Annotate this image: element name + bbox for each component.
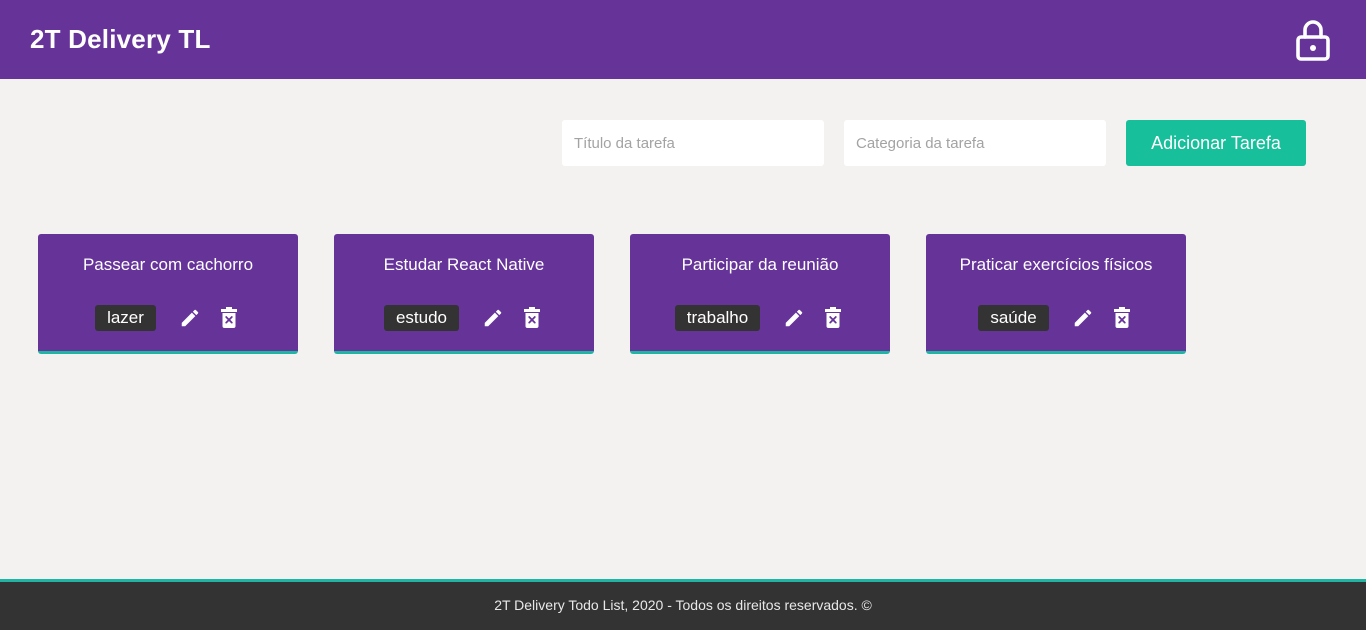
task-card: Praticar exercícios físicos saúde — [926, 234, 1186, 354]
trash-icon — [825, 307, 842, 328]
task-title: Praticar exercícios físicos — [959, 255, 1153, 274]
task-category-input[interactable] — [844, 120, 1106, 166]
delete-task-button[interactable] — [217, 306, 241, 330]
logout-button[interactable] — [1292, 17, 1334, 63]
footer-text: 2T Delivery Todo List, 2020 - Todos os d… — [494, 597, 872, 613]
task-actions: estudo — [334, 304, 594, 332]
task-card: Passear com cachorro lazer — [38, 234, 298, 354]
task-actions: trabalho — [630, 304, 890, 332]
task-title: Participar da reunião — [681, 255, 839, 274]
delete-task-button[interactable] — [1110, 306, 1134, 330]
app-header: 2T Delivery TL — [0, 0, 1366, 79]
task-actions: saúde — [926, 304, 1186, 332]
pencil-icon — [1074, 309, 1091, 327]
pencil-icon — [484, 309, 502, 327]
task-title: Passear com cachorro — [82, 255, 254, 274]
category-badge: lazer — [95, 305, 156, 331]
task-card: Estudar React Native estudo — [334, 234, 594, 354]
task-actions: lazer — [38, 304, 298, 332]
add-task-button[interactable]: Adicionar Tarefa — [1126, 120, 1306, 166]
delete-task-button[interactable] — [520, 306, 544, 330]
task-title: Estudar React Native — [383, 255, 545, 274]
trash-icon — [524, 307, 541, 328]
edit-task-button[interactable] — [178, 306, 202, 330]
task-card: Participar da reunião trabalho — [630, 234, 890, 354]
edit-task-button[interactable] — [481, 306, 505, 330]
edit-task-button[interactable] — [782, 306, 806, 330]
edit-task-button[interactable] — [1071, 306, 1095, 330]
category-badge: trabalho — [674, 305, 761, 331]
trash-icon — [1113, 307, 1130, 328]
pencil-icon — [785, 309, 803, 327]
category-badge: saúde — [978, 305, 1049, 331]
lock-icon — [1296, 20, 1330, 61]
brand-title: 2T Delivery TL — [30, 24, 211, 54]
task-title-input[interactable] — [562, 120, 824, 166]
page: 2T Delivery TL Adicionar Tarefa Passear … — [0, 0, 1366, 630]
pencil-icon — [181, 309, 199, 327]
app-footer: 2T Delivery Todo List, 2020 - Todos os d… — [0, 579, 1366, 630]
category-badge: estudo — [383, 305, 460, 331]
trash-icon — [220, 307, 237, 328]
delete-task-button[interactable] — [821, 306, 845, 330]
